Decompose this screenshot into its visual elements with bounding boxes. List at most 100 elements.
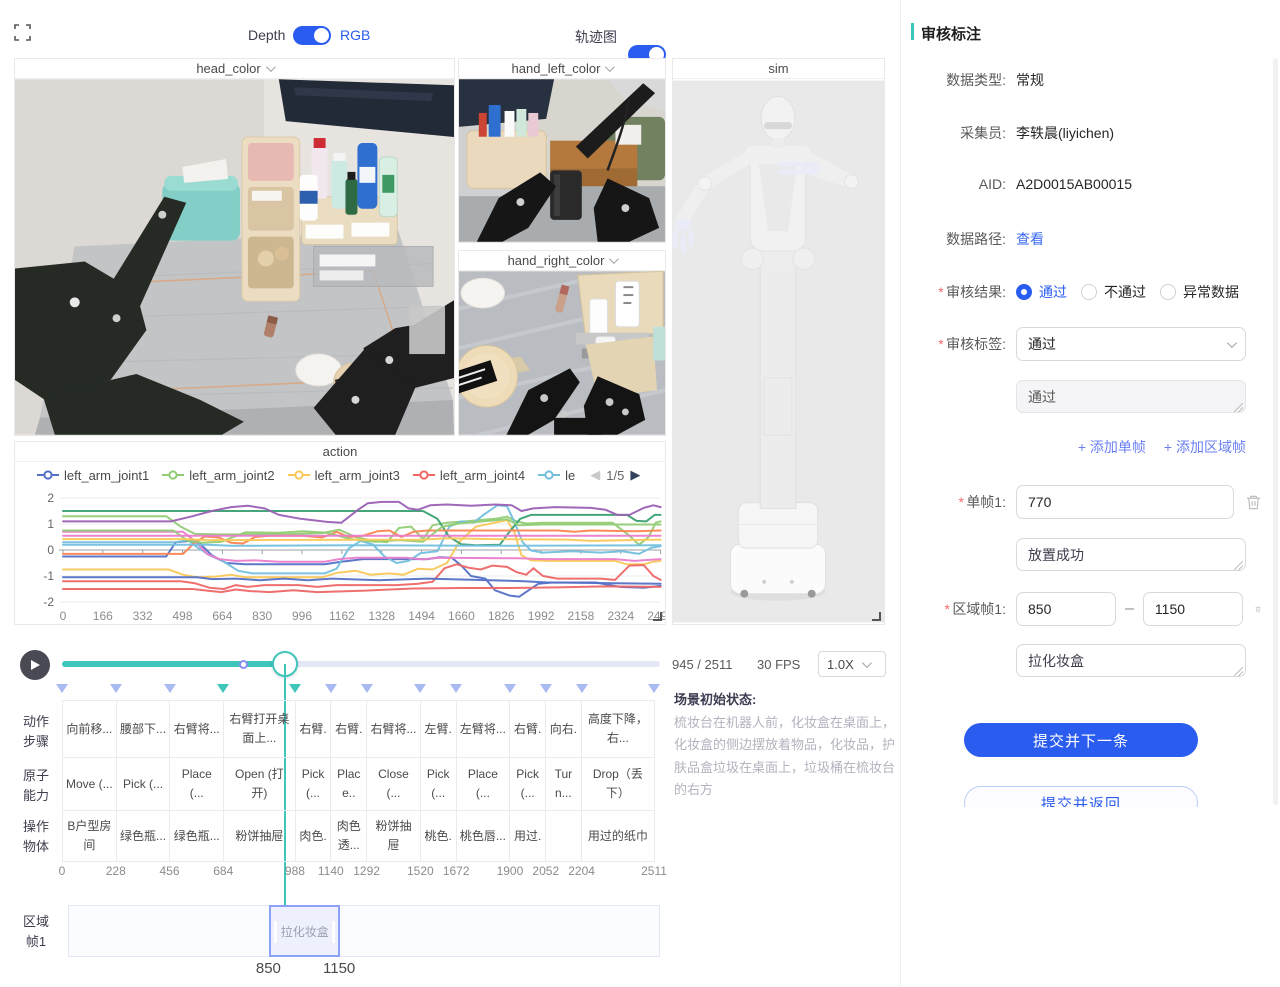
radio-unselected[interactable]: [1160, 284, 1176, 300]
legend-item[interactable]: left_arm_joint4: [413, 468, 525, 483]
single-frame-desc-textarea[interactable]: 放置成功: [1016, 538, 1246, 571]
joint-trajectory-chart[interactable]: 210-1-2016633249866483099611621328149416…: [15, 488, 665, 624]
segment-marker-icon[interactable]: [164, 684, 176, 693]
step-cell[interactable]: Open (打开): [224, 758, 296, 810]
step-cell[interactable]: [546, 811, 582, 861]
step-cell[interactable]: 绿色瓶...: [117, 811, 171, 861]
segment-marker-icon[interactable]: [56, 684, 68, 693]
step-cell[interactable]: Turn...: [546, 758, 582, 810]
segment-marker-icon[interactable]: [504, 684, 516, 693]
resize-grip-icon[interactable]: [1234, 561, 1243, 570]
step-cell[interactable]: Place (...: [170, 758, 224, 810]
step-cell[interactable]: 右臂.: [510, 701, 546, 757]
segment-marker-active-icon[interactable]: [217, 684, 229, 693]
radio-option-label[interactable]: 通过: [1039, 282, 1067, 302]
step-cell[interactable]: 高度下降，右...: [582, 701, 654, 757]
legend-item[interactable]: left_arm_joint2: [162, 468, 274, 483]
region-end-input[interactable]: [1143, 592, 1243, 626]
step-cell[interactable]: 桃色.: [421, 811, 457, 861]
region-right-handle[interactable]: [332, 921, 335, 943]
legend-next-icon[interactable]: ▶: [630, 467, 640, 483]
step-cell[interactable]: 肉色.: [296, 811, 332, 861]
submit-return-button[interactable]: 提交并返回: [964, 786, 1198, 807]
step-cell[interactable]: 粉饼抽屉: [224, 811, 296, 861]
svg-text:-1: -1: [43, 569, 54, 583]
radio-selected[interactable]: [1016, 284, 1032, 300]
step-cell[interactable]: 右臂打开桌面上...: [224, 701, 296, 757]
depth-rgb-toggle[interactable]: [293, 26, 331, 45]
hand-left-camera-header[interactable]: hand_left_color: [459, 59, 665, 79]
single-frame-input[interactable]: [1016, 485, 1234, 519]
segment-marker-icon[interactable]: [576, 684, 588, 693]
region-start-input[interactable]: [1016, 592, 1116, 626]
step-cell[interactable]: Move (...: [63, 758, 117, 810]
step-cell[interactable]: Place..: [331, 758, 367, 810]
review-tag-select[interactable]: 通过: [1016, 327, 1246, 361]
region-frame-track[interactable]: 拉化妆盒: [68, 905, 660, 957]
segment-marker-icon[interactable]: [361, 684, 373, 693]
step-cell[interactable]: 左臂.: [421, 701, 457, 757]
legend-item[interactable]: left_arm_joint1: [37, 468, 149, 483]
step-cell[interactable]: 粉饼抽屉: [367, 811, 421, 861]
segment-marker-active-icon[interactable]: [289, 684, 301, 693]
region-frame-segment[interactable]: 拉化妆盒: [269, 905, 340, 957]
step-cell[interactable]: Close (...: [367, 758, 421, 810]
segment-marker-icon[interactable]: [325, 684, 337, 693]
step-cell[interactable]: Drop（丢下）: [582, 758, 654, 810]
step-cell[interactable]: Pick (...: [421, 758, 457, 810]
step-cell[interactable]: 右臂.: [331, 701, 367, 757]
step-cell[interactable]: 向前移...: [63, 701, 117, 757]
legend-pager: ◀ 1/5 ▶: [590, 467, 640, 483]
delete-single-frame-icon[interactable]: [1246, 494, 1261, 511]
step-cell[interactable]: Pick (...: [296, 758, 332, 810]
speed-select[interactable]: 1.0X: [818, 651, 886, 677]
step-cell[interactable]: 绿色瓶...: [170, 811, 224, 861]
step-cell[interactable]: 桃色唇...: [457, 811, 511, 861]
resize-grip-icon[interactable]: [1234, 403, 1243, 412]
review-tag-note-textarea[interactable]: 通过: [1016, 380, 1246, 413]
step-cell[interactable]: 右臂将...: [170, 701, 224, 757]
region-left-handle[interactable]: [274, 921, 277, 943]
step-cell[interactable]: 左臂将...: [457, 701, 511, 757]
segment-marker-icon[interactable]: [540, 684, 552, 693]
step-cell[interactable]: 用过.: [510, 811, 546, 861]
add-single-frame-link[interactable]: + 添加单帧: [1078, 437, 1146, 457]
step-cell[interactable]: 肉色透...: [331, 811, 367, 861]
radio-option-label[interactable]: 不通过: [1104, 282, 1146, 302]
add-region-frame-link[interactable]: + 添加区域帧: [1164, 437, 1246, 457]
legend-item[interactable]: left_arm_joint3: [288, 468, 400, 483]
sim-header[interactable]: sim: [673, 59, 884, 79]
radio-option-label[interactable]: 异常数据: [1183, 282, 1239, 302]
submit-next-button[interactable]: 提交并下一条: [964, 723, 1198, 757]
fullscreen-icon[interactable]: [14, 24, 31, 41]
step-cell[interactable]: 用过的纸巾: [582, 811, 654, 861]
data-path-view-link[interactable]: 查看: [1016, 229, 1044, 249]
scrollbar[interactable]: [1273, 58, 1278, 805]
head-camera-header[interactable]: head_color: [15, 59, 454, 79]
step-cell[interactable]: B户型房间: [63, 811, 117, 861]
region-frame-desc-textarea[interactable]: 拉化妆盒: [1016, 644, 1246, 677]
segment-marker-icon[interactable]: [648, 684, 660, 693]
step-cell[interactable]: Place (...: [457, 758, 511, 810]
segment-marker-icon[interactable]: [450, 684, 462, 693]
delete-region-frame-icon[interactable]: [1255, 601, 1261, 618]
play-button[interactable]: [20, 650, 50, 680]
single-frame-marker-dot[interactable]: [239, 660, 248, 669]
resize-corner-icon[interactable]: [653, 612, 662, 621]
segment-marker-icon[interactable]: [414, 684, 426, 693]
radio-unselected[interactable]: [1081, 284, 1097, 300]
step-cell[interactable]: Pick (...: [117, 758, 171, 810]
step-cell[interactable]: 腰部下...: [117, 701, 171, 757]
legend-item[interactable]: le: [538, 468, 575, 483]
legend-prev-icon[interactable]: ◀: [590, 467, 600, 483]
hand-right-camera-header[interactable]: hand_right_color: [459, 251, 665, 271]
resize-grip-icon[interactable]: [1234, 667, 1243, 676]
resize-corner-icon[interactable]: [872, 612, 881, 621]
region-frame-label: *区域帧1:: [901, 599, 1006, 619]
step-cell[interactable]: 右臂.: [296, 701, 332, 757]
step-cell[interactable]: Pick (...: [510, 758, 546, 810]
step-cell[interactable]: 右臂将...: [367, 701, 421, 757]
segment-marker-icon[interactable]: [110, 684, 122, 693]
step-cell[interactable]: 向右.: [546, 701, 582, 757]
required-asterisk: *: [958, 494, 963, 510]
